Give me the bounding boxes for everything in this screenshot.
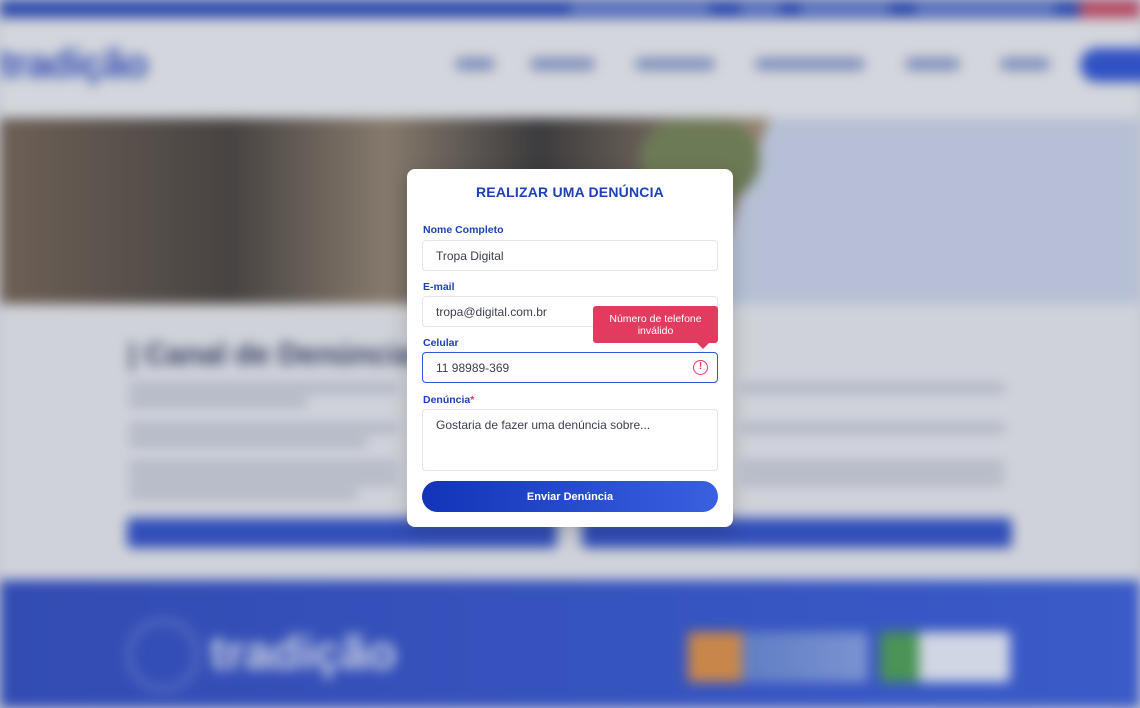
tooltip-line-1: Número de telefone — [609, 313, 702, 325]
complaint-textarea[interactable]: Gostaria de fazer uma denúncia sobre... — [422, 409, 718, 471]
phone-field[interactable]: 11 98989-369 ! — [422, 352, 718, 383]
complaint-label-text: Denúncia — [423, 394, 471, 406]
email-label: E-mail — [423, 281, 455, 293]
phone-label: Celular — [423, 337, 459, 349]
submit-button[interactable]: Enviar Denúncia — [422, 481, 718, 512]
required-mark: * — [470, 394, 475, 406]
name-value: Tropa Digital — [436, 248, 504, 263]
exclamation-circle-icon: ! — [693, 360, 708, 375]
complaint-value: Gostaria de fazer uma denúncia sobre... — [436, 418, 651, 432]
modal-title: REALIZAR UMA DENÚNCIA — [475, 184, 664, 200]
name-field[interactable]: Tropa Digital — [422, 240, 718, 271]
complaint-label: Denúncia* — [423, 394, 474, 406]
email-value: tropa@digital.com.br — [436, 304, 547, 319]
report-modal: REALIZAR UMA DENÚNCIA Nome Completo Trop… — [407, 169, 733, 527]
tooltip-line-2: inválido — [637, 325, 674, 337]
phone-value: 11 98989-369 — [436, 360, 510, 375]
phone-error-tooltip: Número de telefone inválido — [593, 306, 718, 349]
name-label: Nome Completo — [423, 224, 504, 236]
